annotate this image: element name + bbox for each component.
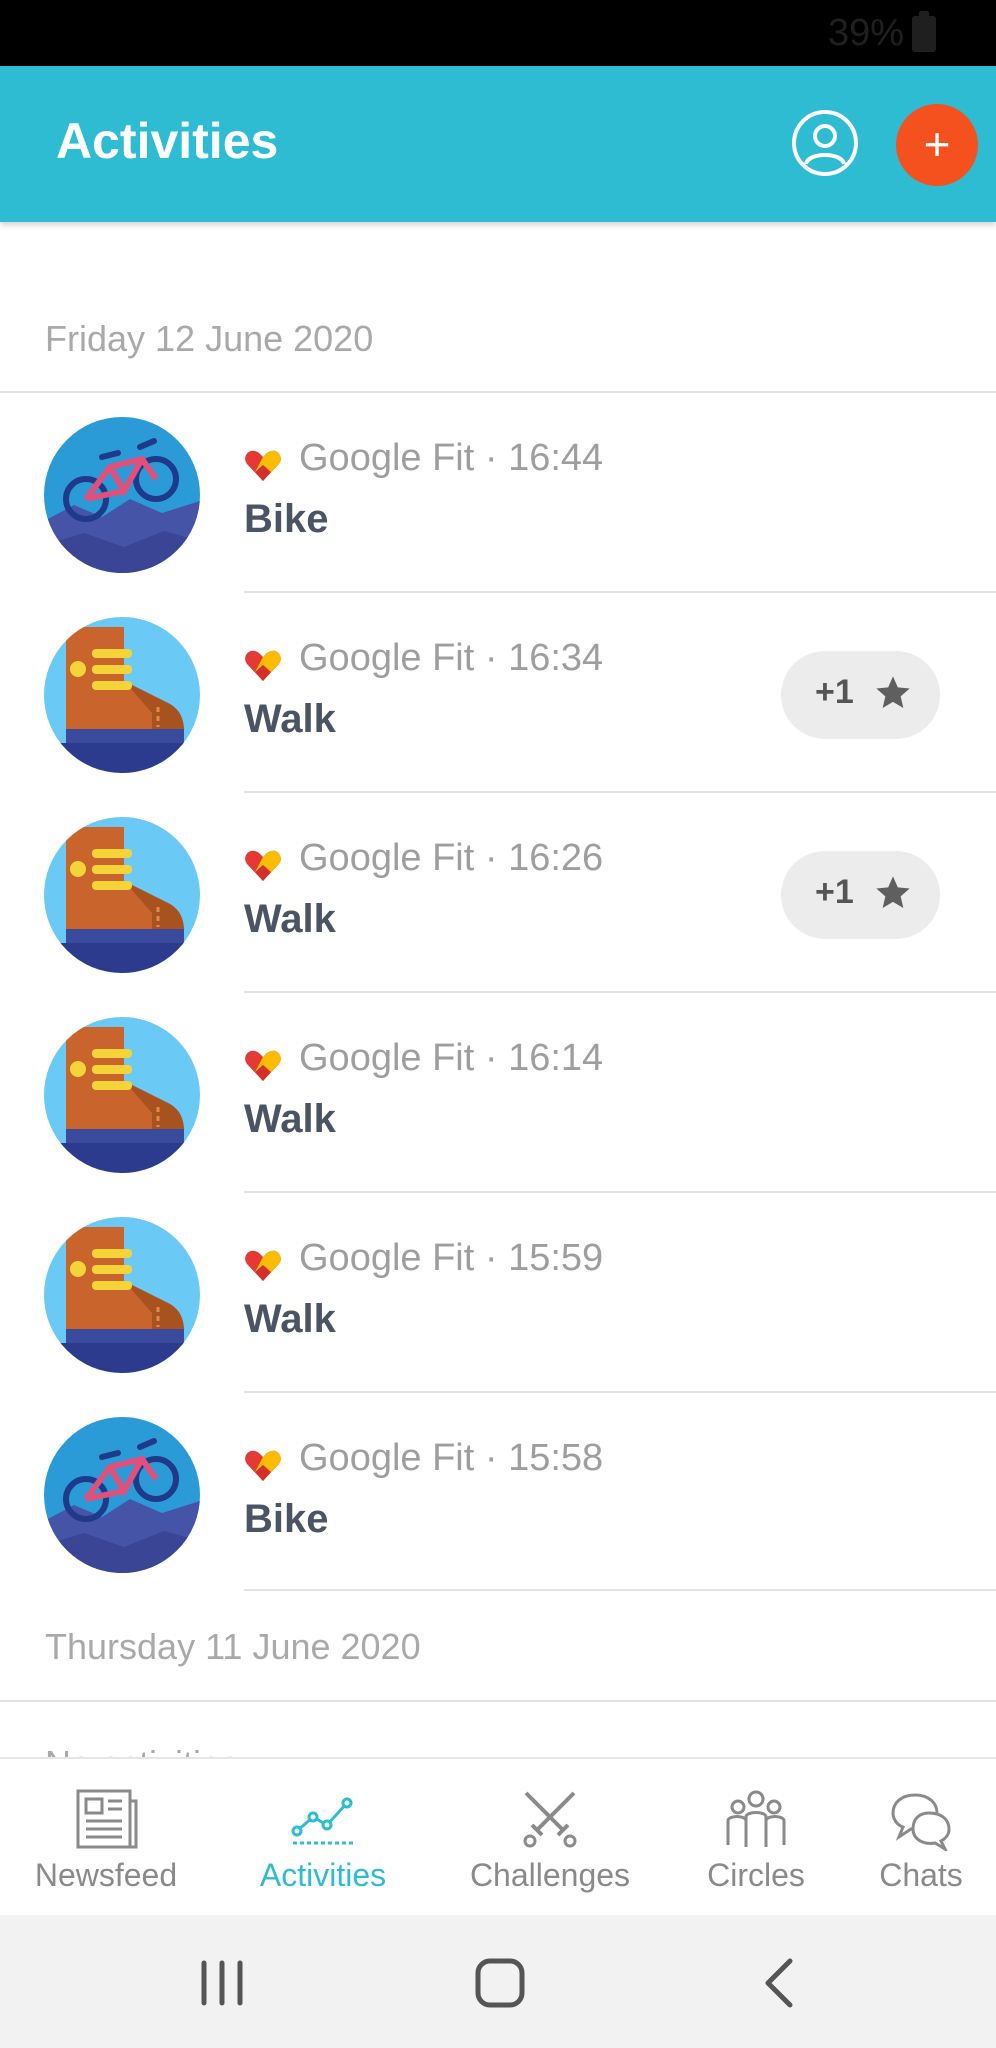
- boot-icon: [44, 1017, 200, 1173]
- page-title: Activities: [56, 113, 279, 169]
- star-icon: [876, 676, 910, 708]
- activity-graph-icon: [291, 1797, 353, 1845]
- activity-row[interactable]: Google Fit · 15:58 Bike: [0, 1393, 996, 1591]
- activity-source-time: Google Fit · 16:44: [299, 437, 604, 479]
- activities-screen: 39% Activities + Friday 12 June 2020 Goo…: [0, 0, 996, 2048]
- date-header: Friday 12 June 2020: [45, 318, 374, 359]
- app-header: Activities +: [0, 66, 996, 222]
- tab-label: Challenges: [469, 1857, 631, 1893]
- battery-percentage: 39%: [827, 12, 904, 54]
- group-icon: [726, 1790, 786, 1847]
- tab-label: Circles: [707, 1857, 805, 1893]
- tab-activities[interactable]: Activities: [212, 1759, 434, 1917]
- kudos-count: +1: [815, 873, 854, 911]
- user-icon: [804, 124, 846, 165]
- bottom-navigation: Newsfeed Activities Challenges Circles C…: [0, 1757, 996, 1915]
- tab-newsfeed[interactable]: Newsfeed: [0, 1759, 212, 1917]
- tab-chats[interactable]: Chats: [846, 1759, 996, 1917]
- chat-bubbles-icon: [891, 1793, 951, 1851]
- empty-day-text: No activities: [45, 1728, 445, 1758]
- add-activity-button[interactable]: +: [896, 104, 978, 186]
- google-fit-icon: [245, 1450, 281, 1481]
- battery-icon: [912, 11, 936, 52]
- kudos-count: +1: [815, 673, 854, 711]
- home-icon[interactable]: [470, 1955, 530, 2011]
- boot-icon: [44, 617, 200, 773]
- google-fit-icon: [245, 850, 281, 881]
- kudos-button[interactable]: +1: [781, 851, 940, 939]
- activity-type: Walk: [244, 697, 336, 741]
- tab-circles[interactable]: Circles: [666, 1759, 846, 1917]
- activity-type: Walk: [244, 897, 336, 941]
- bike-icon: [44, 417, 200, 573]
- back-icon[interactable]: [750, 1955, 810, 2011]
- activity-row[interactable]: Google Fit · 16:34 Walk +1: [0, 593, 996, 791]
- activity-source-time: Google Fit · 16:34: [299, 637, 604, 679]
- activity-source-time: Google Fit · 16:26: [299, 837, 604, 879]
- section-divider: [0, 1700, 996, 1702]
- google-fit-icon: [245, 1250, 281, 1281]
- activity-type: Bike: [244, 1497, 329, 1541]
- activity-row[interactable]: Google Fit · 16:44 Bike: [0, 393, 996, 591]
- profile-button[interactable]: [792, 110, 858, 176]
- tab-challenges[interactable]: Challenges: [434, 1759, 666, 1917]
- google-fit-icon: [245, 650, 281, 681]
- system-navigation-bar: [0, 1915, 996, 2048]
- kudos-button[interactable]: +1: [781, 651, 940, 739]
- status-bar: 39%: [0, 0, 996, 66]
- google-fit-icon: [245, 1050, 281, 1081]
- tab-label: Activities: [259, 1857, 387, 1893]
- recent-apps-icon[interactable]: [192, 1955, 252, 2011]
- star-icon: [876, 876, 910, 908]
- boot-icon: [44, 1217, 200, 1373]
- newspaper-icon: [76, 1789, 138, 1849]
- tab-label: Newsfeed: [34, 1857, 178, 1893]
- boot-icon: [44, 817, 200, 973]
- activity-row[interactable]: Google Fit · 16:14 Walk: [0, 993, 996, 1191]
- activity-type: Walk: [244, 1097, 336, 1141]
- activity-row[interactable]: Google Fit · 16:26 Walk +1: [0, 793, 996, 991]
- date-header: Thursday 11 June 2020: [45, 1626, 421, 1667]
- google-fit-icon: [245, 450, 281, 481]
- activity-type: Walk: [244, 1297, 336, 1341]
- tab-label: Chats: [879, 1857, 963, 1893]
- crossed-swords-icon: [523, 1791, 577, 1848]
- bike-icon: [44, 1417, 200, 1573]
- activity-source-time: Google Fit · 15:58: [299, 1437, 604, 1479]
- activity-type: Bike: [244, 497, 329, 541]
- activity-source-time: Google Fit · 15:59: [299, 1237, 604, 1279]
- activity-source-time: Google Fit · 16:14: [299, 1037, 604, 1079]
- activity-row[interactable]: Google Fit · 15:59 Walk: [0, 1193, 996, 1391]
- row-divider: [244, 1589, 996, 1591]
